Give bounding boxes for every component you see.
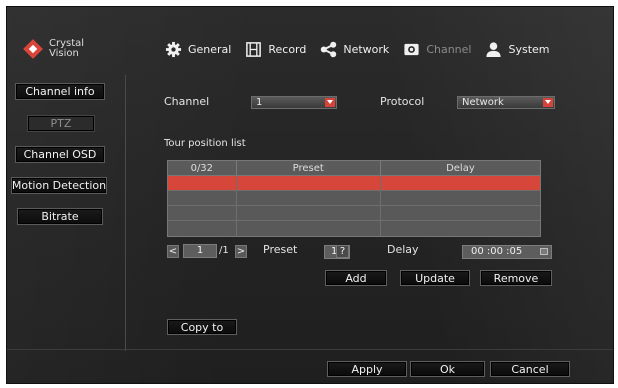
nav-record-label: Record xyxy=(268,42,307,56)
sidebar-divider xyxy=(125,75,126,351)
brand-name: Crystal Vision xyxy=(49,39,84,59)
sidebar-item-channel-info[interactable]: Channel info xyxy=(15,83,105,100)
delay-input[interactable]: 00 :00 :05 xyxy=(462,245,552,259)
page-total: /1 xyxy=(219,245,229,256)
sidebar-item-motion-detection[interactable]: Motion Detection xyxy=(11,177,107,194)
protocol-select-value: Network xyxy=(462,97,504,108)
nav-system-label: System xyxy=(508,42,550,56)
apply-button[interactable]: Apply xyxy=(327,361,407,377)
nav-system[interactable]: System xyxy=(485,37,550,61)
table-row[interactable] xyxy=(168,191,540,206)
logo-icon xyxy=(23,39,43,59)
channel-select[interactable]: 1 xyxy=(251,96,337,109)
footer-divider xyxy=(7,349,613,350)
table-row[interactable] xyxy=(168,221,540,236)
nav-general-label: General xyxy=(188,42,232,56)
tour-position-table: 0/32 Preset Delay xyxy=(167,160,541,237)
tour-list-title: Tour position list xyxy=(164,138,246,149)
preset-label: Preset xyxy=(263,243,298,256)
brand-line2: Vision xyxy=(49,48,79,59)
col-delay: Delay xyxy=(446,162,475,174)
brand-logo: Crystal Vision xyxy=(23,39,84,59)
help-icon[interactable]: ? xyxy=(336,245,349,258)
protocol-label: Protocol xyxy=(380,95,425,108)
copy-to-button[interactable]: Copy to xyxy=(167,319,237,335)
nav-record[interactable]: Record xyxy=(245,37,306,61)
remove-button[interactable]: Remove xyxy=(480,270,552,286)
chevron-down-icon xyxy=(325,98,335,107)
cancel-button[interactable]: Cancel xyxy=(490,361,570,377)
table-row[interactable] xyxy=(168,206,540,221)
sidebar-item-ptz[interactable]: PTZ xyxy=(27,115,95,132)
table-row[interactable] xyxy=(168,176,540,191)
share-icon xyxy=(321,41,337,57)
update-button[interactable]: Update xyxy=(400,270,470,286)
nav-general[interactable]: General xyxy=(165,37,231,61)
user-icon xyxy=(486,41,502,57)
gear-icon xyxy=(165,41,182,57)
protocol-select[interactable]: Network xyxy=(457,96,555,109)
chevron-down-icon xyxy=(543,98,553,107)
nav-channel-label: Channel xyxy=(426,42,472,56)
header: Crystal Vision General Record Network Ch… xyxy=(7,31,613,71)
sidebar-item-channel-osd[interactable]: Channel OSD xyxy=(15,146,105,163)
table-header: 0/32 Preset Delay xyxy=(168,161,540,176)
page-input[interactable]: 1 xyxy=(183,244,217,258)
nav-channel[interactable]: Channel xyxy=(403,37,471,61)
top-nav: General Record Network Channel System xyxy=(165,37,564,61)
nav-network-label: Network xyxy=(343,42,390,56)
camera-icon xyxy=(404,43,419,55)
channel-select-value: 1 xyxy=(256,97,263,108)
clock-icon[interactable] xyxy=(540,248,548,255)
channel-label: Channel xyxy=(164,95,210,108)
film-icon xyxy=(246,41,262,57)
prev-page-button[interactable]: < xyxy=(167,245,179,258)
sidebar-item-bitrate[interactable]: Bitrate xyxy=(17,208,103,225)
add-button[interactable]: Add xyxy=(325,270,387,286)
nav-network[interactable]: Network xyxy=(320,37,389,61)
col-count: 0/32 xyxy=(168,161,237,175)
col-preset: Preset xyxy=(237,161,381,175)
ok-button[interactable]: Ok xyxy=(410,361,485,377)
delay-label: Delay xyxy=(387,243,419,256)
next-page-button[interactable]: > xyxy=(235,245,247,258)
settings-window: Crystal Vision General Record Network Ch… xyxy=(6,6,614,384)
